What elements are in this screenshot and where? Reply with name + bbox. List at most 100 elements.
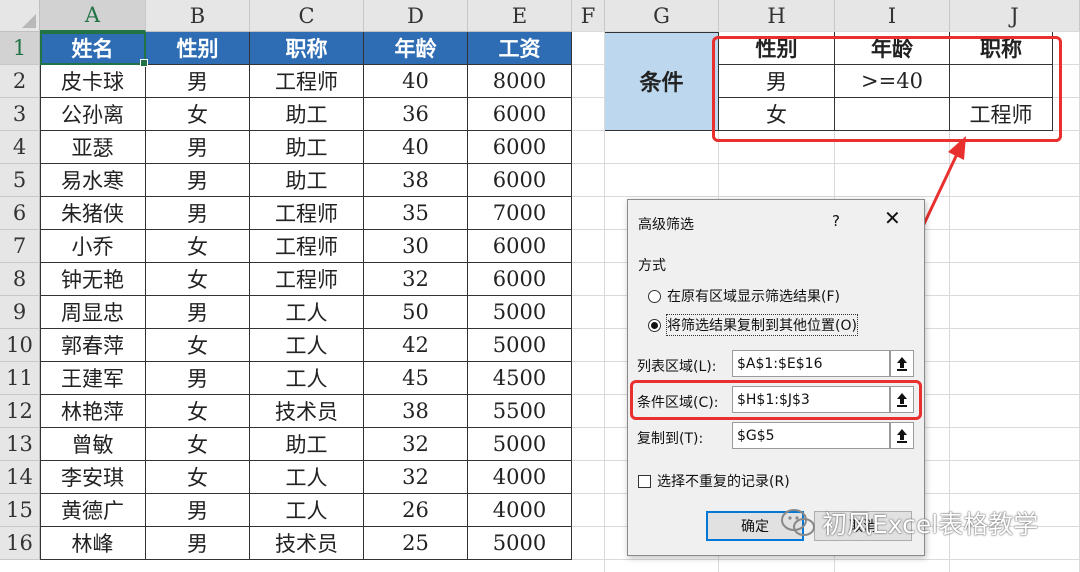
table-cell[interactable]: 曾敏 bbox=[40, 428, 146, 461]
row-header-10[interactable]: 10 bbox=[0, 329, 40, 362]
table-cell[interactable]: 40 bbox=[364, 131, 468, 164]
table-cell[interactable]: 8000 bbox=[468, 65, 572, 98]
table-cell[interactable]: 工程师 bbox=[250, 65, 364, 98]
table-cell[interactable]: 4000 bbox=[468, 494, 572, 527]
table-cell[interactable]: 工人 bbox=[250, 296, 364, 329]
table-cell[interactable]: 32 bbox=[364, 263, 468, 296]
table-cell[interactable]: 李安琪 bbox=[40, 461, 146, 494]
table-cell[interactable]: 26 bbox=[364, 494, 468, 527]
table-cell[interactable]: 38 bbox=[364, 395, 468, 428]
criteria-cell[interactable]: 工程师 bbox=[950, 98, 1053, 131]
table-cell[interactable]: 工人 bbox=[250, 461, 364, 494]
table-header-cell[interactable]: 性别 bbox=[146, 32, 250, 65]
table-cell[interactable]: 郭春萍 bbox=[40, 329, 146, 362]
table-cell[interactable]: 5000 bbox=[468, 329, 572, 362]
table-cell[interactable]: 工程师 bbox=[250, 263, 364, 296]
table-cell[interactable]: 6000 bbox=[468, 98, 572, 131]
table-cell[interactable]: 周显忠 bbox=[40, 296, 146, 329]
table-cell[interactable]: 男 bbox=[146, 494, 250, 527]
table-cell[interactable]: 女 bbox=[146, 329, 250, 362]
table-cell[interactable]: 6000 bbox=[468, 164, 572, 197]
criteria-header-cell[interactable]: 性别 bbox=[719, 32, 835, 65]
column-header-g[interactable]: G bbox=[605, 0, 719, 32]
table-cell[interactable]: 小乔 bbox=[40, 230, 146, 263]
unique-records-checkbox[interactable]: 选择不重复的记录(R) bbox=[638, 471, 790, 491]
select-all-corner[interactable] bbox=[0, 0, 40, 32]
row-header-14[interactable]: 14 bbox=[0, 461, 40, 494]
row-header-16[interactable]: 16 bbox=[0, 527, 40, 560]
table-cell[interactable]: 38 bbox=[364, 164, 468, 197]
table-cell[interactable]: 6000 bbox=[468, 131, 572, 164]
table-cell[interactable]: 7000 bbox=[468, 197, 572, 230]
column-header-e[interactable]: E bbox=[468, 0, 572, 32]
advanced-filter-dialog[interactable]: 高级筛选 ? ✕ 方式 在原有区域显示筛选结果(F) 将筛选结果复制到其他位置(… bbox=[627, 199, 925, 556]
row-header-6[interactable]: 6 bbox=[0, 197, 40, 230]
table-cell[interactable]: 4500 bbox=[468, 362, 572, 395]
column-header-j[interactable]: J bbox=[950, 0, 1080, 32]
table-cell[interactable]: 亚瑟 bbox=[40, 131, 146, 164]
table-cell[interactable]: 男 bbox=[146, 131, 250, 164]
table-cell[interactable]: 6000 bbox=[468, 263, 572, 296]
row-header-11[interactable]: 11 bbox=[0, 362, 40, 395]
collapse-dialog-button[interactable] bbox=[890, 422, 914, 449]
criteria-cell[interactable]: 女 bbox=[719, 98, 835, 131]
table-cell[interactable]: 王建军 bbox=[40, 362, 146, 395]
criteria-cell[interactable]: >=40 bbox=[835, 65, 950, 98]
table-cell[interactable]: 易水寒 bbox=[40, 164, 146, 197]
table-cell[interactable]: 公孙离 bbox=[40, 98, 146, 131]
table-cell[interactable]: 黄德广 bbox=[40, 494, 146, 527]
table-cell[interactable]: 皮卡球 bbox=[40, 65, 146, 98]
list-range-input[interactable]: $A$1:$E$16 bbox=[732, 350, 890, 377]
table-cell[interactable]: 5500 bbox=[468, 395, 572, 428]
criteria-range-input[interactable]: $H$1:$J$3 bbox=[732, 386, 890, 413]
table-cell[interactable]: 工人 bbox=[250, 494, 364, 527]
table-cell[interactable]: 工程师 bbox=[250, 230, 364, 263]
table-cell[interactable]: 40 bbox=[364, 65, 468, 98]
table-cell[interactable]: 朱猪侠 bbox=[40, 197, 146, 230]
table-cell[interactable]: 4000 bbox=[468, 461, 572, 494]
row-header-1[interactable]: 1 bbox=[0, 32, 40, 65]
table-cell[interactable]: 女 bbox=[146, 263, 250, 296]
table-header-cell[interactable]: 姓名 bbox=[40, 32, 146, 65]
criteria-cell[interactable] bbox=[950, 65, 1053, 98]
table-cell[interactable]: 林艳萍 bbox=[40, 395, 146, 428]
table-cell[interactable]: 钟无艳 bbox=[40, 263, 146, 296]
checkbox-box[interactable] bbox=[638, 474, 651, 488]
table-cell[interactable]: 5000 bbox=[468, 296, 572, 329]
column-header-c[interactable]: C bbox=[250, 0, 364, 32]
collapse-dialog-button[interactable] bbox=[890, 386, 914, 413]
row-header-7[interactable]: 7 bbox=[0, 230, 40, 263]
table-cell[interactable]: 助工 bbox=[250, 131, 364, 164]
row-header-15[interactable]: 15 bbox=[0, 494, 40, 527]
table-cell[interactable]: 工人 bbox=[250, 362, 364, 395]
table-cell[interactable]: 女 bbox=[146, 428, 250, 461]
table-cell[interactable]: 32 bbox=[364, 461, 468, 494]
table-cell[interactable]: 工程师 bbox=[250, 197, 364, 230]
copy-to-input[interactable]: $G$5 bbox=[732, 422, 890, 449]
table-cell[interactable]: 男 bbox=[146, 65, 250, 98]
table-cell[interactable]: 男 bbox=[146, 527, 250, 560]
row-header-9[interactable]: 9 bbox=[0, 296, 40, 329]
table-cell[interactable]: 男 bbox=[146, 197, 250, 230]
row-header-4[interactable]: 4 bbox=[0, 131, 40, 164]
table-cell[interactable]: 技术员 bbox=[250, 395, 364, 428]
table-header-cell[interactable]: 年龄 bbox=[364, 32, 468, 65]
table-cell[interactable]: 女 bbox=[146, 98, 250, 131]
row-header-12[interactable]: 12 bbox=[0, 395, 40, 428]
row-header-5[interactable]: 5 bbox=[0, 164, 40, 197]
radio-copy-to-location[interactable]: 将筛选结果复制到其他位置(O) bbox=[648, 314, 858, 336]
table-cell[interactable]: 32 bbox=[364, 428, 468, 461]
table-cell[interactable]: 助工 bbox=[250, 98, 364, 131]
column-header-f[interactable]: F bbox=[572, 0, 605, 32]
table-cell[interactable]: 女 bbox=[146, 461, 250, 494]
table-header-cell[interactable]: 职称 bbox=[250, 32, 364, 65]
table-cell[interactable]: 25 bbox=[364, 527, 468, 560]
column-header-d[interactable]: D bbox=[364, 0, 468, 32]
table-cell[interactable]: 45 bbox=[364, 362, 468, 395]
row-header-8[interactable]: 8 bbox=[0, 263, 40, 296]
table-cell[interactable]: 5000 bbox=[468, 428, 572, 461]
collapse-dialog-button[interactable] bbox=[890, 350, 914, 377]
radio-dot[interactable] bbox=[648, 289, 661, 303]
column-header-a[interactable]: A bbox=[40, 0, 146, 32]
row-header-13[interactable]: 13 bbox=[0, 428, 40, 461]
